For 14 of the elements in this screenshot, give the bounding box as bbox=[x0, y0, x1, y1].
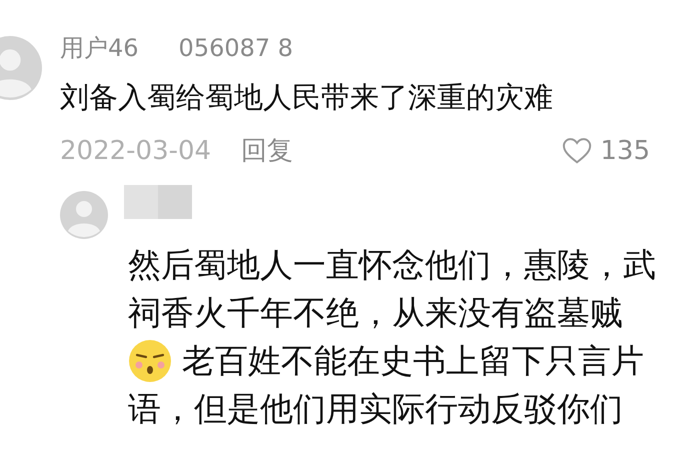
user-meta: 056087 8 bbox=[178, 33, 294, 64]
like-heart-icon[interactable] bbox=[562, 137, 592, 165]
blurred-username bbox=[124, 184, 192, 218]
reply-text-line: 然后蜀地人一直怀念他们，惠陵，武 bbox=[128, 244, 656, 286]
emoji-icon bbox=[128, 338, 172, 382]
comment-date: 2022-03-04 bbox=[60, 134, 212, 168]
comment-text: 刘备入蜀给蜀地人民带来了深重的灾难 bbox=[60, 79, 554, 116]
reply-button[interactable]: 回复 bbox=[241, 132, 294, 170]
like-count: 135 bbox=[600, 134, 650, 168]
reply-text-line: 祠香火千年不绝，从来没有盗墓贼 bbox=[128, 292, 623, 334]
username[interactable]: 用户46 bbox=[60, 30, 139, 66]
reply-avatar bbox=[60, 190, 108, 238]
reply-text-line: 老百姓不能在史书上留下只言片 bbox=[182, 340, 644, 382]
reply-text-line: 语，但是他们用实际行动反驳你们 bbox=[128, 388, 623, 430]
